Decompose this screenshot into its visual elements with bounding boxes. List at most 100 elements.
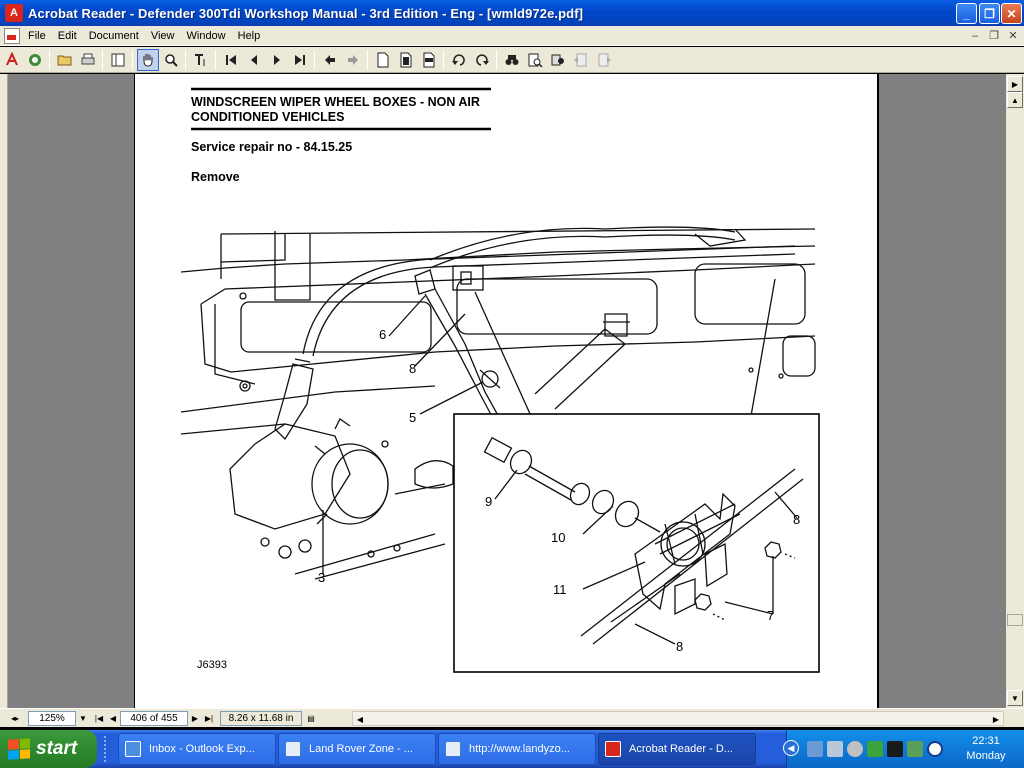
web-capture-icon[interactable] bbox=[24, 49, 46, 71]
prev-page-button[interactable]: ◀ bbox=[106, 711, 120, 726]
internet-explorer-icon bbox=[445, 741, 461, 757]
previous-highlight-icon[interactable] bbox=[570, 49, 592, 71]
drawing-line bbox=[782, 335, 816, 377]
last-page-button[interactable]: ▶| bbox=[202, 711, 216, 726]
safely-remove-icon[interactable] bbox=[907, 741, 923, 757]
antivirus-icon[interactable] bbox=[867, 741, 883, 757]
restore-button[interactable]: ❐ bbox=[979, 3, 1000, 24]
menu-document[interactable]: Document bbox=[83, 30, 145, 42]
callout-8-inset-top: 8 bbox=[793, 512, 800, 527]
first-page-icon[interactable] bbox=[220, 49, 242, 71]
drawing-line bbox=[302, 245, 796, 355]
start-button[interactable]: start bbox=[0, 730, 97, 768]
menu-file[interactable]: File bbox=[22, 30, 52, 42]
hand-tool-icon[interactable] bbox=[136, 48, 159, 71]
drawing-line bbox=[242, 383, 248, 389]
task-acrobat-reader[interactable]: Acrobat Reader - D... bbox=[598, 733, 756, 765]
fit-page-icon[interactable] bbox=[395, 49, 417, 71]
drawing-line bbox=[331, 449, 389, 519]
page-number-field[interactable]: 406 of 455 bbox=[120, 710, 188, 726]
zoom-field[interactable]: 125% bbox=[28, 710, 76, 726]
drawing-line bbox=[534, 328, 627, 410]
menu-bar: File Edit Document View Window Help bbox=[0, 26, 1024, 46]
drawing-line bbox=[200, 303, 232, 373]
figure-id: J6393 bbox=[197, 659, 227, 671]
callout-7: 7 bbox=[767, 608, 774, 623]
task-landyzone-url[interactable]: http://www.landyzo... bbox=[438, 733, 596, 765]
next-page-icon[interactable] bbox=[266, 49, 288, 71]
clock-day: Monday bbox=[966, 750, 1006, 762]
actual-size-icon[interactable] bbox=[372, 49, 394, 71]
task-land-rover-zone[interactable]: Land Rover Zone - ... bbox=[278, 733, 436, 765]
text-select-tool-icon[interactable] bbox=[190, 49, 212, 71]
document-viewer[interactable]: WINDSCREEN WIPER WHEEL BOXES - NON AIR C… bbox=[0, 74, 1024, 708]
system-tray: ◀ 22:31 Monday bbox=[783, 730, 1024, 768]
show-navigation-pane-icon[interactable] bbox=[107, 49, 129, 71]
scroll-right-button[interactable]: ▶ bbox=[989, 712, 1003, 727]
next-highlight-icon[interactable] bbox=[593, 49, 615, 71]
zoom-dropdown-button[interactable]: ▼ bbox=[76, 711, 90, 726]
rotate-clockwise-icon[interactable] bbox=[471, 49, 493, 71]
print-icon[interactable] bbox=[77, 49, 99, 71]
previous-page-icon[interactable] bbox=[243, 49, 265, 71]
scroll-down-button[interactable]: ▼ bbox=[1007, 690, 1023, 706]
menu-view[interactable]: View bbox=[145, 30, 181, 42]
taskbar: start Inbox - Outlook Exp... Land Rover … bbox=[0, 730, 1024, 768]
last-page-icon[interactable] bbox=[289, 49, 311, 71]
heading-line-2: CONDITIONED VEHICLES bbox=[191, 110, 345, 124]
volume-icon[interactable] bbox=[847, 741, 863, 757]
go-forward-icon[interactable] bbox=[342, 49, 364, 71]
rotate-counterclockwise-icon[interactable] bbox=[448, 49, 470, 71]
menu-help[interactable]: Help bbox=[232, 30, 267, 42]
minimize-button[interactable]: _ bbox=[956, 3, 977, 24]
display-icon[interactable] bbox=[827, 741, 843, 757]
doc-restore-button[interactable]: ❐ bbox=[987, 29, 1001, 43]
horizontal-scrollbar[interactable]: ◀ ▶ bbox=[352, 711, 1004, 726]
scroll-up-button[interactable]: ▲ bbox=[1007, 92, 1023, 108]
navigation-pane-collapsed[interactable] bbox=[0, 74, 8, 708]
acrobat-logo-icon[interactable] bbox=[1, 49, 23, 71]
drawing-line bbox=[220, 228, 816, 235]
open-icon[interactable] bbox=[54, 49, 76, 71]
section-remove: Remove bbox=[191, 170, 240, 184]
search-results-icon[interactable] bbox=[547, 49, 569, 71]
show-hidden-icons-button[interactable]: ◀ bbox=[783, 740, 799, 756]
scroll-thumb[interactable] bbox=[1007, 614, 1023, 626]
split-view-icon[interactable]: ◂▸ bbox=[8, 711, 22, 726]
close-button[interactable]: ✕ bbox=[1001, 3, 1022, 24]
heading-line-1: WINDSCREEN WIPER WHEEL BOXES - NON AIR bbox=[191, 95, 480, 109]
first-page-button[interactable]: |◀ bbox=[92, 711, 106, 726]
internet-explorer-icon bbox=[285, 741, 301, 757]
vertical-scrollbar[interactable]: ▶ ▲ ▼ bbox=[1006, 74, 1024, 708]
drawing-line bbox=[381, 440, 389, 448]
menu-edit[interactable]: Edit bbox=[52, 30, 83, 42]
network-icon[interactable] bbox=[807, 741, 823, 757]
callout-3: 3 bbox=[318, 570, 325, 585]
doc-close-button[interactable]: ✕ bbox=[1006, 29, 1020, 43]
media-icon[interactable] bbox=[887, 741, 903, 757]
find-icon[interactable] bbox=[501, 49, 523, 71]
go-back-icon[interactable] bbox=[319, 49, 341, 71]
drawing-line bbox=[239, 380, 251, 392]
zoom-tool-icon[interactable] bbox=[160, 49, 182, 71]
fit-width-icon[interactable] bbox=[418, 49, 440, 71]
split-page-arrow-icon[interactable]: ▶ bbox=[1007, 76, 1023, 92]
acrobat-app-icon[interactable]: A bbox=[5, 4, 23, 22]
scroll-left-button[interactable]: ◀ bbox=[353, 712, 367, 727]
page-layout-icon[interactable]: ▤ bbox=[302, 711, 320, 726]
drawing-line bbox=[260, 537, 270, 547]
next-page-button[interactable]: ▶ bbox=[188, 711, 202, 726]
drawing-line bbox=[393, 544, 401, 552]
search-icon[interactable] bbox=[524, 49, 546, 71]
clock[interactable]: 22:31 Monday bbox=[951, 734, 1021, 764]
menu-window[interactable]: Window bbox=[181, 30, 232, 42]
drawing-line bbox=[239, 292, 247, 300]
drawing-line bbox=[274, 363, 314, 441]
callout-5: 5 bbox=[409, 410, 416, 425]
drawing-line bbox=[434, 288, 501, 420]
doc-minimize-button[interactable]: – bbox=[968, 29, 982, 43]
document-icon[interactable] bbox=[4, 27, 20, 44]
task-label: Inbox - Outlook Exp... bbox=[149, 743, 255, 755]
messenger-icon[interactable] bbox=[927, 741, 943, 757]
task-outlook-express[interactable]: Inbox - Outlook Exp... bbox=[118, 733, 276, 765]
